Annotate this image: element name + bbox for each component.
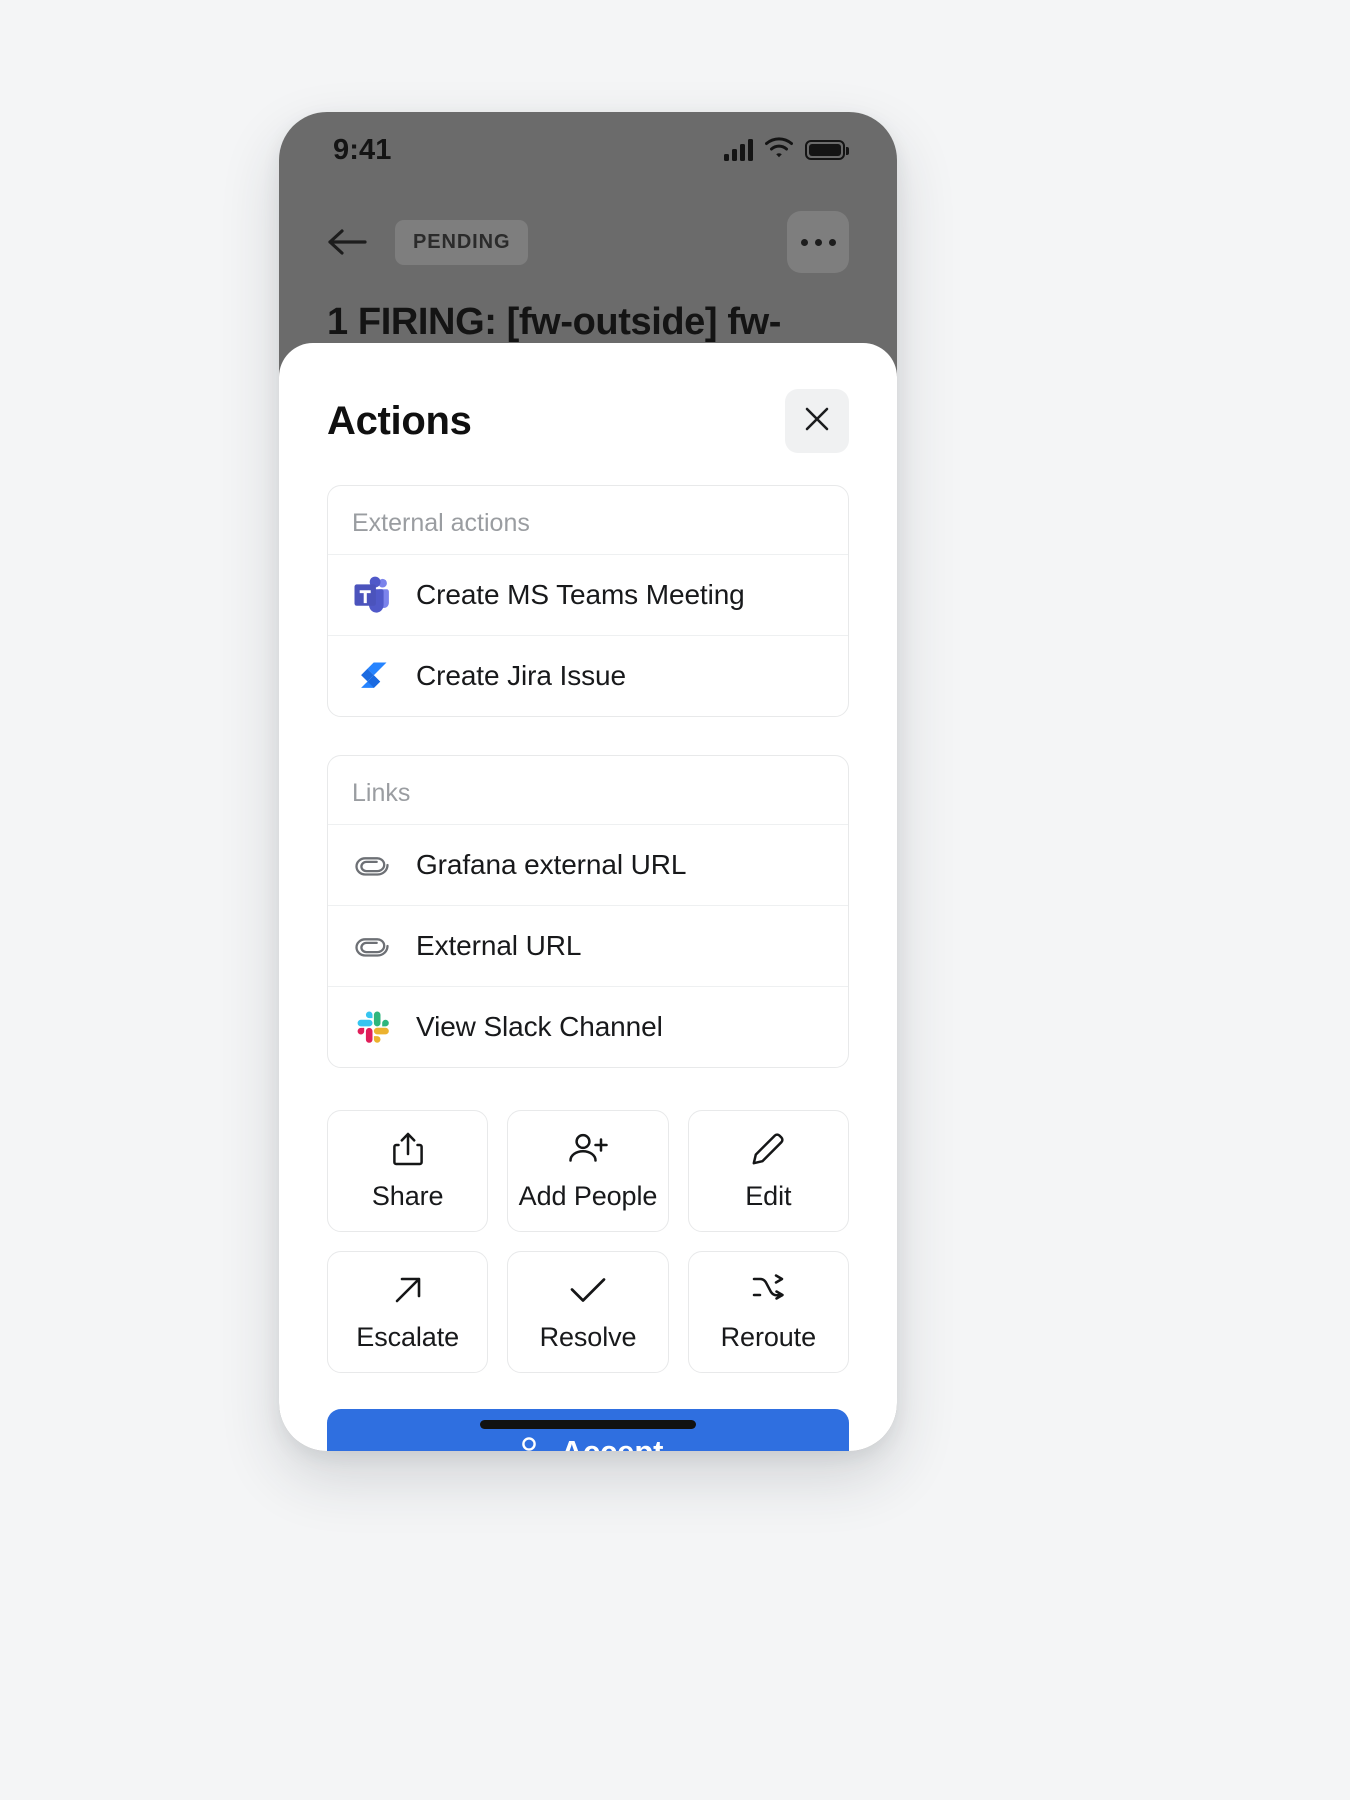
phone-frame: 9:41 PENDING 1 FIRING: [fw-outside] fw- … (279, 112, 897, 1451)
grid-button-label: Reroute (720, 1322, 816, 1352)
sheet-header: Actions (327, 389, 849, 467)
link-label: External URL (416, 930, 582, 961)
status-badge: PENDING (395, 219, 529, 265)
external-action-label: Create MS Teams Meeting (416, 579, 745, 610)
accept-label: Accept (561, 1434, 664, 1451)
home-indicator (480, 1420, 696, 1429)
accept-button[interactable]: Accept (327, 1409, 849, 1451)
ms-teams-icon (352, 574, 394, 616)
link-view-slack-channel[interactable]: View Slack Channel (328, 986, 848, 1067)
status-bar: 9:41 (279, 112, 897, 188)
grid-button-label: Escalate (356, 1322, 460, 1352)
share-icon (391, 1130, 425, 1168)
paperclip-icon (352, 925, 394, 967)
action-grid: Share Add People Edit Escalate Resolve R… (327, 1110, 849, 1373)
pencil-icon (750, 1130, 786, 1168)
grid-button-label: Resolve (539, 1322, 637, 1352)
share-button[interactable]: Share (327, 1110, 489, 1232)
back-arrow-icon[interactable] (327, 226, 367, 258)
actions-bottom-sheet: Actions External actions Create MS Teams… (279, 343, 897, 1451)
close-button[interactable] (785, 389, 849, 453)
person-icon (513, 1434, 545, 1451)
links-card: Links Grafana external URL External URL (327, 755, 849, 1068)
link-external-url[interactable]: External URL (328, 905, 848, 986)
battery-icon (805, 140, 849, 160)
resolve-button[interactable]: Resolve (507, 1251, 669, 1373)
grid-button-label: Add People (518, 1181, 658, 1211)
links-title: Links (352, 779, 411, 807)
page-title: Actions (327, 399, 472, 443)
external-action-label: Create Jira Issue (416, 660, 626, 691)
more-options-icon[interactable] (787, 211, 849, 273)
edit-button[interactable]: Edit (687, 1110, 849, 1232)
checkmark-icon (568, 1271, 608, 1309)
reroute-button[interactable]: Reroute (687, 1251, 849, 1373)
status-bar-icons (724, 137, 849, 163)
link-label: View Slack Channel (416, 1011, 663, 1042)
reroute-icon (750, 1271, 786, 1309)
link-label: Grafana external URL (416, 849, 687, 880)
external-actions-card: External actions Create MS Teams Meeting (327, 485, 849, 717)
wifi-icon (765, 137, 793, 163)
grid-button-label: Edit (745, 1181, 792, 1211)
add-people-button[interactable]: Add People (507, 1110, 669, 1232)
jira-icon (352, 655, 394, 697)
paperclip-icon (352, 844, 394, 886)
external-actions-title: External actions (352, 509, 530, 537)
external-action-create-ms-teams-meeting[interactable]: Create MS Teams Meeting (328, 554, 848, 635)
cellular-signal-icon (724, 139, 753, 161)
link-grafana-external-url[interactable]: Grafana external URL (328, 824, 848, 905)
escalate-button[interactable]: Escalate (327, 1251, 489, 1373)
slack-icon (352, 1006, 394, 1048)
alert-topbar: PENDING (327, 208, 849, 276)
grid-button-label: Share (371, 1181, 444, 1211)
arrow-up-right-icon (391, 1271, 425, 1309)
external-action-create-jira-issue[interactable]: Create Jira Issue (328, 635, 848, 716)
close-icon (803, 405, 831, 438)
status-bar-time: 9:41 (333, 133, 392, 166)
add-person-icon (567, 1130, 609, 1168)
